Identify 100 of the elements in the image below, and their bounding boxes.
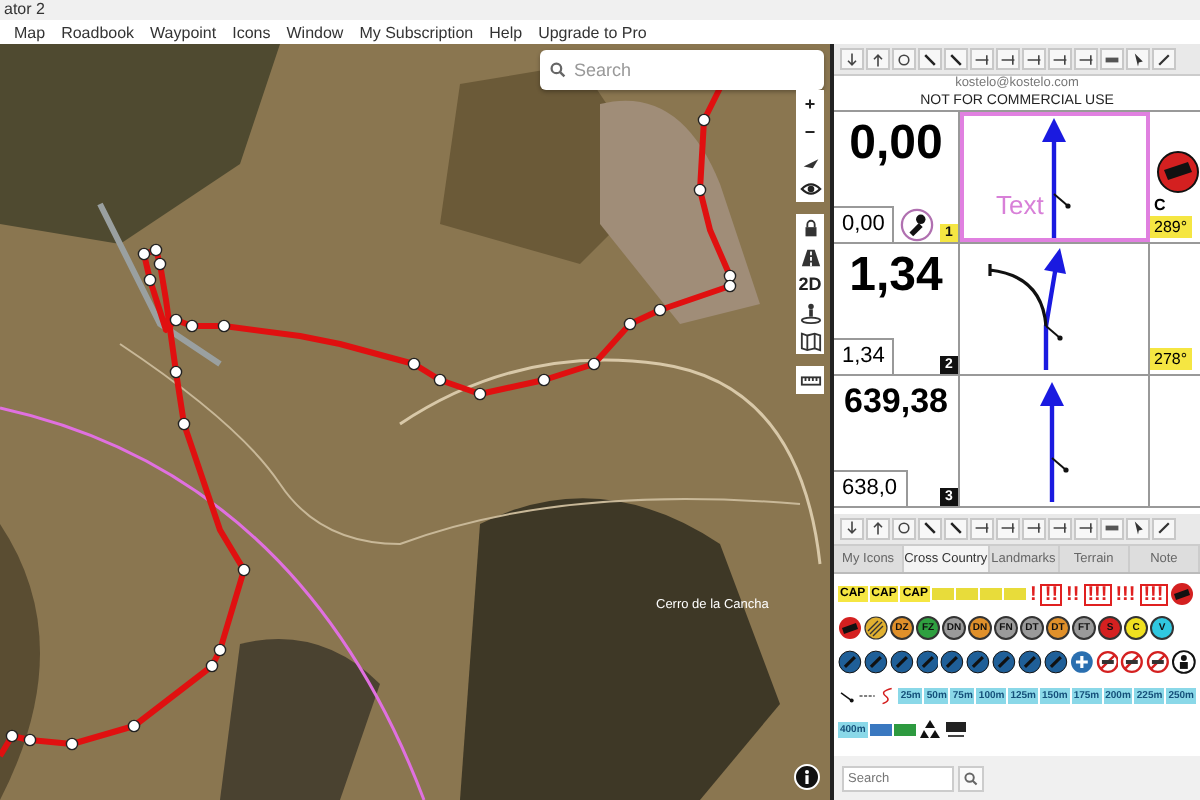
toolbar-button[interactable] xyxy=(944,48,968,70)
partial-distance: 0,00 xyxy=(834,206,895,242)
waypoint-marker[interactable] xyxy=(697,113,711,127)
tool-symbol-icon[interactable] xyxy=(863,650,888,674)
tool-symbol-icon[interactable] xyxy=(940,650,965,674)
waypoint-marker[interactable] xyxy=(587,357,601,371)
line-end-icon xyxy=(1052,51,1068,67)
waypoint-marker[interactable] xyxy=(653,303,667,317)
waypoint-marker[interactable] xyxy=(177,417,191,431)
prohibition-sign-icon[interactable] xyxy=(1120,650,1145,674)
warning-mark[interactable]: !!! xyxy=(1113,583,1138,605)
line-end-icon xyxy=(1026,51,1042,67)
toolbar-button[interactable] xyxy=(1152,517,1176,539)
tool-symbol-icon[interactable] xyxy=(966,650,991,674)
map-control-button[interactable] xyxy=(796,326,824,354)
menu-item[interactable]: Map xyxy=(14,23,46,41)
menu-item[interactable]: My Subscription xyxy=(359,23,474,41)
map-icon xyxy=(799,329,821,351)
menu-item[interactable]: Roadbook xyxy=(61,23,135,41)
cursor-icon xyxy=(1130,520,1146,536)
squiggle-line-icon[interactable] xyxy=(878,684,897,708)
danger-sign-icon[interactable] xyxy=(1169,582,1194,606)
plus-circle-icon[interactable] xyxy=(1069,650,1094,674)
total-distance: 0,00 xyxy=(849,114,943,168)
toolbar-button[interactable] xyxy=(918,48,942,70)
person-icon[interactable] xyxy=(1172,650,1197,674)
prohibition-sign-icon[interactable] xyxy=(1146,650,1171,674)
label-chip-icon[interactable] xyxy=(869,724,892,736)
waypoint-marker[interactable] xyxy=(537,373,551,387)
waypoint-marker[interactable] xyxy=(5,729,19,743)
prohibition-sign-icon[interactable] xyxy=(1095,650,1119,674)
toolbar-button[interactable] xyxy=(1152,48,1176,70)
waypoint-marker[interactable] xyxy=(213,643,227,657)
waypoint-marker[interactable] xyxy=(217,319,231,333)
waypoint-marker[interactable] xyxy=(693,183,707,197)
waypoint-marker[interactable] xyxy=(407,357,421,371)
waypoint-marker[interactable] xyxy=(137,247,151,261)
warning-mark[interactable]: !!! xyxy=(1139,583,1168,605)
label-chip-icon[interactable] xyxy=(893,724,916,736)
toolbar-button[interactable] xyxy=(1100,48,1124,70)
diagram-text: Text xyxy=(996,190,1044,220)
menu-item[interactable]: Window xyxy=(286,23,344,41)
toolbar-button[interactable] xyxy=(892,517,916,539)
line-end-icon xyxy=(1026,520,1042,536)
waypoint-marker[interactable] xyxy=(205,659,219,673)
line-end-icon xyxy=(1000,51,1016,67)
map-control-button[interactable] xyxy=(796,298,824,326)
menu-item[interactable]: Icons xyxy=(232,23,271,41)
toolbar-button[interactable] xyxy=(1126,517,1150,539)
menu-item[interactable]: Upgrade to Pro xyxy=(538,23,647,41)
waypoint-marker[interactable] xyxy=(185,319,199,333)
tool-symbol-icon[interactable] xyxy=(992,650,1017,674)
search-button[interactable] xyxy=(958,765,984,791)
bar-icon xyxy=(1104,520,1120,536)
toolbar-button[interactable] xyxy=(892,48,916,70)
road-icon xyxy=(799,245,821,267)
heading-value: 278° xyxy=(1150,348,1192,370)
tool-symbol-icon[interactable] xyxy=(1018,650,1042,674)
map-control-button[interactable] xyxy=(796,214,824,242)
warning-mark[interactable]: !! xyxy=(1040,583,1063,605)
warning-mark[interactable]: !!! xyxy=(1083,583,1112,605)
waypoint-marker[interactable] xyxy=(623,317,637,331)
line-end-icon xyxy=(974,51,990,67)
waypoint-marker[interactable] xyxy=(153,257,167,271)
arrow-down-icon xyxy=(844,51,860,67)
search-icon xyxy=(550,62,566,78)
waypoint-marker[interactable] xyxy=(169,365,183,379)
tool-symbol-icon[interactable] xyxy=(889,650,914,674)
toolbar-button[interactable] xyxy=(918,517,942,539)
logo-icon[interactable] xyxy=(943,718,968,742)
waypoint-marker[interactable] xyxy=(237,563,251,577)
tool-symbol-icon[interactable] xyxy=(1043,650,1068,674)
warning-mark[interactable]: ! xyxy=(1028,583,1039,605)
waypoint-marker[interactable] xyxy=(723,279,737,293)
striped-circle-icon[interactable] xyxy=(864,616,888,640)
waypoint-marker[interactable] xyxy=(169,313,183,327)
waypoint-marker[interactable] xyxy=(65,737,79,751)
line-end-icon xyxy=(1052,520,1068,536)
waypoint-marker[interactable] xyxy=(433,373,447,387)
waypoint-marker[interactable] xyxy=(149,243,163,257)
toolbar-button[interactable] xyxy=(1126,48,1150,70)
tool-symbol-icon[interactable] xyxy=(915,650,939,674)
waypoint-marker[interactable] xyxy=(127,719,141,733)
toolbar-button[interactable] xyxy=(1100,517,1124,539)
menu-item[interactable]: Waypoint xyxy=(150,23,217,41)
pencil-icon xyxy=(1156,520,1172,536)
menu-item[interactable]: Help xyxy=(489,23,523,41)
partial-distance: 638,0 xyxy=(834,470,908,506)
toolbar-button[interactable] xyxy=(944,517,968,539)
toolbar-button[interactable] xyxy=(866,48,890,70)
search-field[interactable]: Search xyxy=(540,50,824,90)
warning-mark[interactable]: !! xyxy=(1064,583,1082,605)
waypoint-marker[interactable] xyxy=(143,273,157,287)
window-title: ator 2 xyxy=(4,0,45,18)
toolbar-button[interactable] xyxy=(866,517,890,539)
tool-symbol-icon[interactable] xyxy=(838,650,862,674)
waypoint-marker[interactable] xyxy=(473,387,487,401)
map-control-button[interactable] xyxy=(796,366,824,394)
waypoint-marker[interactable] xyxy=(23,733,37,747)
danger-sign-icon[interactable] xyxy=(838,616,862,640)
